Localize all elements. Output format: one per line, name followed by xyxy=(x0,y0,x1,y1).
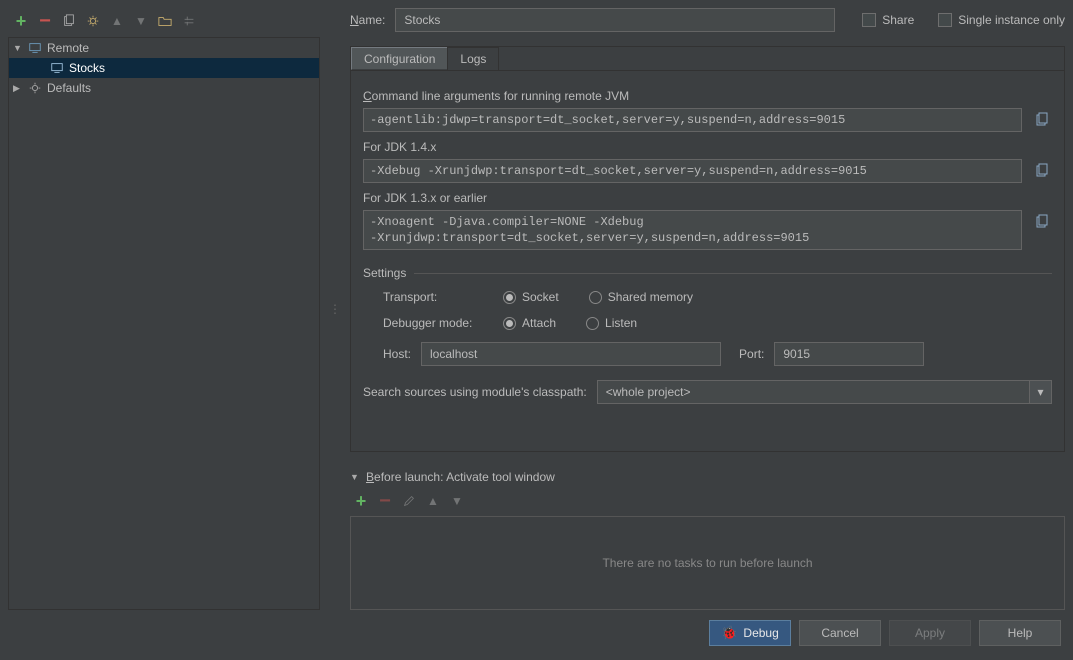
tree-label: Remote xyxy=(47,41,89,55)
tree-node-defaults[interactable]: ▶ Defaults xyxy=(9,78,319,98)
share-checkbox[interactable] xyxy=(862,13,876,27)
tab-configuration[interactable]: Configuration xyxy=(351,47,448,70)
before-launch-header[interactable]: ▼ Before launch: Activate tool window xyxy=(350,470,1065,484)
transport-label: Transport: xyxy=(383,290,483,304)
tab-logs[interactable]: Logs xyxy=(447,47,499,70)
tree-node-remote[interactable]: ▼ Remote xyxy=(9,38,319,58)
transport-shared-radio[interactable]: Shared memory xyxy=(589,290,693,304)
classpath-value: <whole project> xyxy=(606,385,691,399)
jdk14-label: For JDK 1.4.x xyxy=(363,140,1052,154)
split-gutter[interactable]: ⋮ xyxy=(332,8,338,610)
up-icon[interactable]: ▲ xyxy=(108,12,126,30)
bug-icon: 🐞 xyxy=(721,625,737,641)
debug-button[interactable]: 🐞 Debug xyxy=(709,620,791,646)
host-label: Host: xyxy=(383,347,411,361)
down-icon[interactable]: ▼ xyxy=(132,12,150,30)
config-tree: ▼ Remote Stocks ▶ Defaults xyxy=(8,37,320,610)
copy-icon[interactable] xyxy=(1032,160,1052,180)
twisty-down-icon: ▼ xyxy=(13,43,23,53)
single-instance-checkbox[interactable] xyxy=(938,13,952,27)
tree-node-stocks[interactable]: Stocks xyxy=(9,58,319,78)
empty-text: There are no tasks to run before launch xyxy=(602,556,812,570)
cmd-args-label: Command line arguments for running remot… xyxy=(363,89,1052,103)
up-icon[interactable]: ▲ xyxy=(424,492,442,510)
add-icon[interactable]: + xyxy=(12,12,30,30)
name-label: Name: xyxy=(350,13,385,27)
twisty-down-icon: ▼ xyxy=(350,472,360,482)
host-input[interactable] xyxy=(421,342,721,366)
port-input[interactable] xyxy=(774,342,924,366)
tree-label: Stocks xyxy=(69,61,105,75)
help-button[interactable]: Help xyxy=(979,620,1061,646)
debugger-mode-label: Debugger mode: xyxy=(383,316,483,330)
chevron-down-icon: ▾ xyxy=(1029,381,1051,403)
remove-icon[interactable]: − xyxy=(376,492,394,510)
cmd-args-field[interactable]: -agentlib:jdwp=transport=dt_socket,serve… xyxy=(363,108,1022,132)
gear-icon xyxy=(27,80,43,96)
jdk13-label: For JDK 1.3.x or earlier xyxy=(363,191,1052,205)
copy-icon[interactable] xyxy=(60,12,78,30)
add-icon[interactable]: + xyxy=(352,492,370,510)
cancel-button[interactable]: Cancel xyxy=(799,620,881,646)
name-input[interactable] xyxy=(395,8,835,32)
share-label: Share xyxy=(882,13,914,27)
tree-label: Defaults xyxy=(47,81,91,95)
config-toolbar: + − ▲ ▼ xyxy=(8,8,320,34)
remote-icon xyxy=(27,40,43,56)
divider xyxy=(414,273,1052,274)
folder-icon[interactable] xyxy=(156,12,174,30)
collapse-icon[interactable] xyxy=(180,12,198,30)
remote-icon xyxy=(49,60,65,76)
transport-socket-radio[interactable]: Socket xyxy=(503,290,559,304)
twisty-right-icon: ▶ xyxy=(13,83,23,94)
classpath-label: Search sources using module's classpath: xyxy=(363,385,587,399)
before-launch-list: There are no tasks to run before launch xyxy=(350,516,1065,610)
before-launch-toolbar: + − ▲ ▼ xyxy=(350,492,1065,510)
settings-header: Settings xyxy=(363,266,406,280)
debugger-listen-radio[interactable]: Listen xyxy=(586,316,637,330)
tabs: Configuration Logs xyxy=(351,47,1064,71)
apply-button: Apply xyxy=(889,620,971,646)
copy-icon[interactable] xyxy=(1032,109,1052,129)
dialog-buttons: 🐞 Debug Cancel Apply Help xyxy=(0,610,1073,660)
jdk14-field[interactable]: -Xdebug -Xrunjdwp:transport=dt_socket,se… xyxy=(363,159,1022,183)
settings-icon[interactable] xyxy=(84,12,102,30)
down-icon[interactable]: ▼ xyxy=(448,492,466,510)
copy-icon[interactable] xyxy=(1032,211,1052,231)
jdk13-field[interactable]: -Xnoagent -Djava.compiler=NONE -Xdebug -… xyxy=(363,210,1022,250)
remove-icon[interactable]: − xyxy=(36,12,54,30)
edit-icon[interactable] xyxy=(400,492,418,510)
debugger-attach-radio[interactable]: Attach xyxy=(503,316,556,330)
single-instance-label: Single instance only xyxy=(958,13,1065,27)
classpath-select[interactable]: <whole project> ▾ xyxy=(597,380,1052,404)
port-label: Port: xyxy=(739,347,764,361)
